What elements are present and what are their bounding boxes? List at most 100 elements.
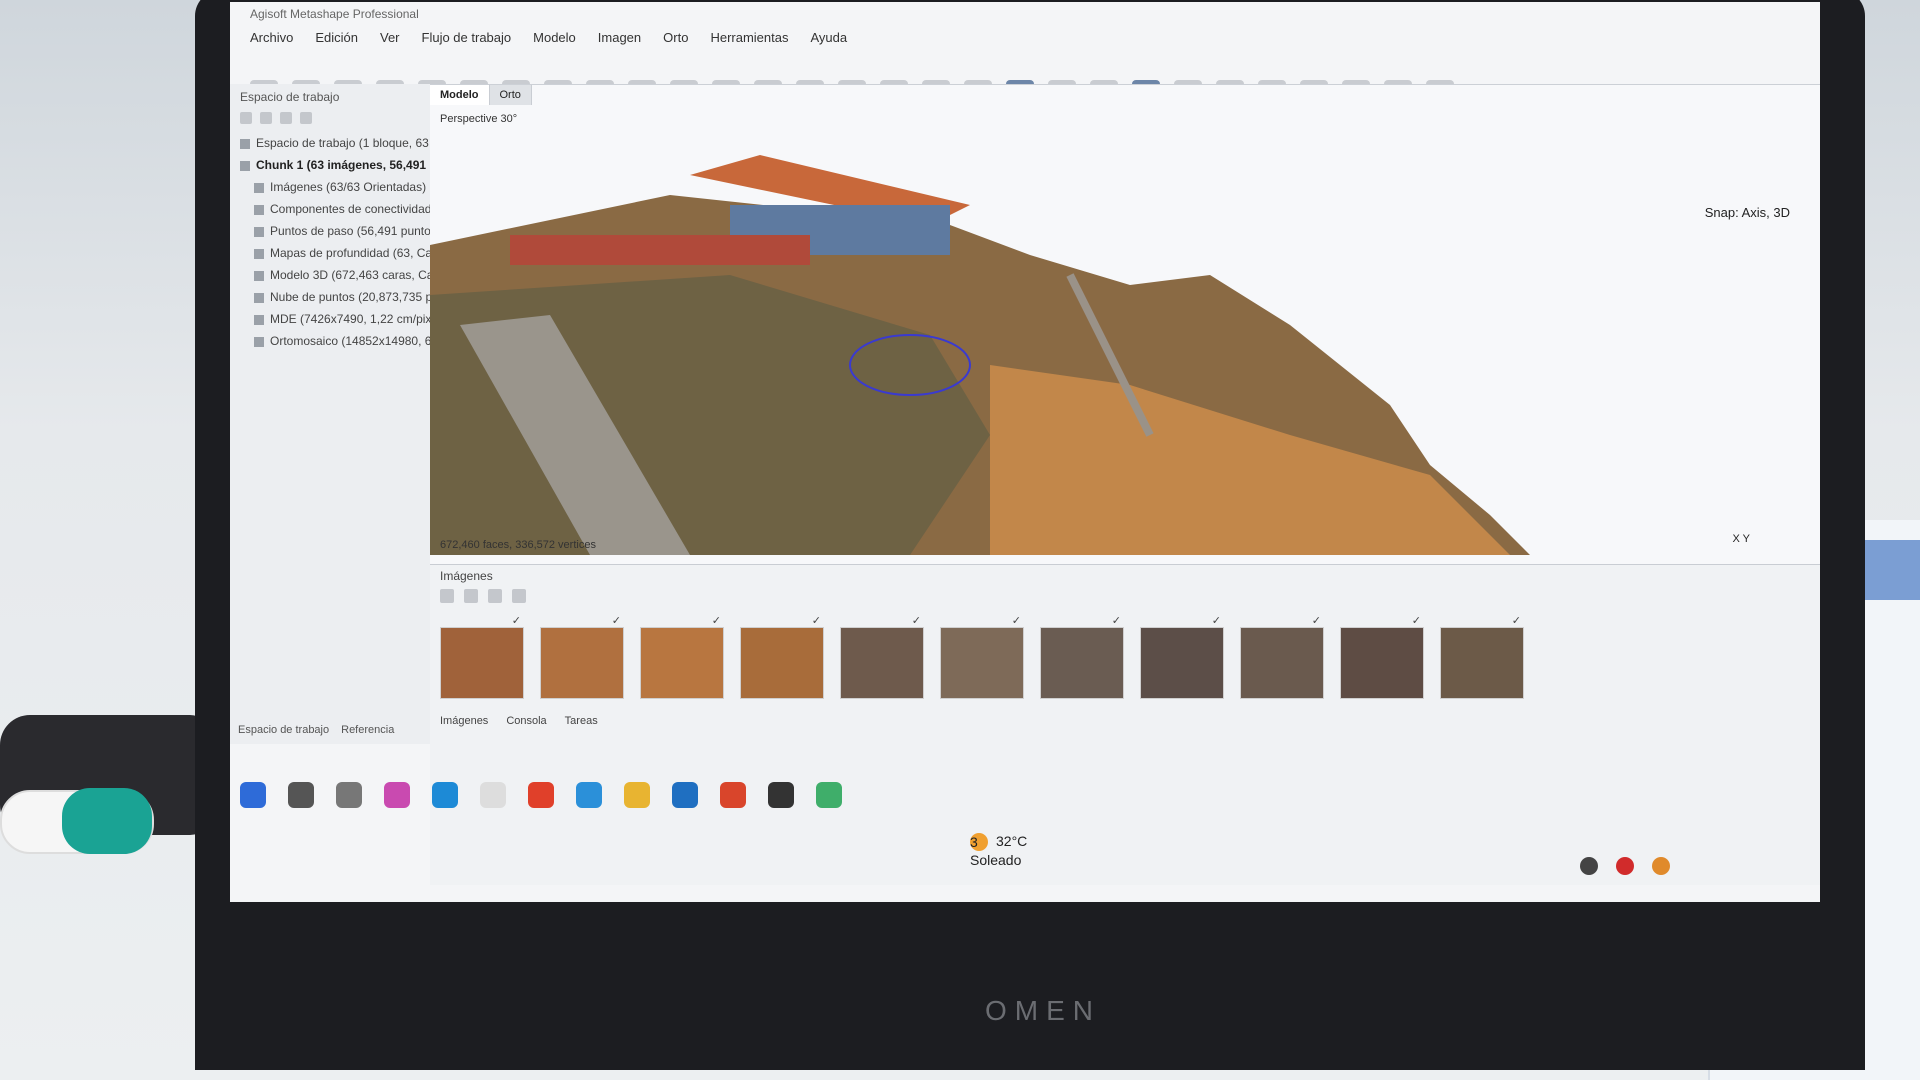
taskbar-app-icon[interactable] (384, 782, 410, 808)
tree-item-model[interactable]: Modelo 3D (672,463 caras, Calidad me (240, 264, 479, 286)
tree-item-components[interactable]: Componentes de conectividad (1) (240, 198, 449, 220)
menu-modelo[interactable]: Modelo (533, 30, 576, 45)
aligned-check-icon: ✓ (1111, 615, 1121, 627)
tree-item-orthomosaic[interactable]: Ortomosaico (14852x14980, 6,11 mm/ (240, 330, 474, 352)
image-thumbnail[interactable]: ✓ (1140, 615, 1224, 699)
ws-folder-icon[interactable] (260, 112, 272, 124)
tray-sync-icon[interactable] (1652, 857, 1670, 875)
menu-edicion[interactable]: Edición (315, 30, 358, 45)
taskbar-app-icon[interactable] (432, 782, 458, 808)
tab-reference[interactable]: Referencia (341, 724, 394, 736)
aligned-check-icon: ✓ (1211, 615, 1221, 627)
workspace-panel: Espacio de trabajo Espacio de trabajo (1… (230, 84, 488, 744)
tab-console[interactable]: Consola (506, 715, 546, 727)
taskbar-app-icon[interactable] (672, 782, 698, 808)
tab-workspace[interactable]: Espacio de trabajo (238, 724, 329, 736)
tree-item-dem[interactable]: MDE (7426x7490, 1,22 cm/pix) (240, 308, 435, 330)
tree-item-images[interactable]: Imágenes (63/63 Orientadas) (240, 176, 430, 198)
tray-chevron-icon[interactable] (1580, 857, 1598, 875)
images-toolbar (430, 587, 1820, 605)
laptop-brand: OMEN (985, 995, 1101, 1026)
taskbar-app-icon[interactable] (624, 782, 650, 808)
menu-herramientas[interactable]: Herramientas (710, 30, 788, 45)
taskbar-app-icon[interactable] (240, 782, 266, 808)
axis-gizmo: X Y (1732, 533, 1750, 545)
model-3d-scene[interactable] (430, 135, 1820, 555)
weather-desc: Soleado (970, 852, 1022, 869)
taskbar-app-icon[interactable] (720, 782, 746, 808)
tab-model[interactable]: Modelo (430, 85, 490, 105)
menu-bar: Archivo Edición Ver Flujo de trabajo Mod… (230, 26, 1820, 49)
taskbar-app-icon[interactable] (336, 782, 362, 808)
image-thumbnail[interactable]: ✓ (1040, 615, 1124, 699)
tree-item-depth-maps[interactable]: Mapas de profundidad (63, Calidad m (240, 242, 471, 264)
weather-sun-icon: 3 (970, 833, 988, 852)
tree-item-point-cloud[interactable]: Nube de puntos (20,873,735 puntos, C (240, 286, 477, 308)
images-remove-icon[interactable] (464, 589, 478, 603)
menu-ver[interactable]: Ver (380, 30, 400, 45)
workspace-tree: Espacio de trabajo (1 bloque, 63 imágene… (230, 132, 488, 352)
taskbar-app-icon[interactable] (528, 782, 554, 808)
screen: Agisoft Metashape Professional Archivo E… (230, 2, 1820, 902)
taskbar-app-icon[interactable] (480, 782, 506, 808)
windows-taskbar: 3 32°C Soleado (230, 762, 1820, 875)
tree-root[interactable]: Espacio de trabajo (1 bloque, 63 imágene… (240, 132, 488, 154)
menu-archivo[interactable]: Archivo (250, 30, 293, 45)
image-thumbnail[interactable]: ✓ (440, 615, 524, 699)
tree-item-tie-points[interactable]: Puntos de paso (56,491 puntos) (240, 220, 441, 242)
ws-delete-icon[interactable] (300, 112, 312, 124)
model-icon (254, 270, 264, 281)
taskbar-app-icon[interactable] (576, 782, 602, 808)
tab-ortho[interactable]: Orto (489, 85, 532, 105)
image-thumbnail[interactable]: ✓ (940, 615, 1024, 699)
menu-ayuda[interactable]: Ayuda (810, 30, 847, 45)
images-view-icon[interactable] (512, 589, 526, 603)
point-cloud-icon (254, 292, 264, 303)
marker-cap (62, 788, 152, 854)
marker-pen (0, 788, 154, 854)
ws-add-icon[interactable] (240, 112, 252, 124)
weather-widget[interactable]: 3 32°C Soleado (970, 832, 1027, 869)
system-tray (1580, 857, 1670, 875)
orthomosaic-icon (254, 336, 264, 347)
workspace-tools (230, 110, 430, 126)
image-thumbnail[interactable]: ✓ (640, 615, 724, 699)
taskbar-app-icon[interactable] (816, 782, 842, 808)
images-icon (254, 182, 264, 193)
perspective-label: Perspective 30° (440, 113, 518, 125)
taskbar-app-icon[interactable] (768, 782, 794, 808)
taskbar-icons (240, 782, 842, 808)
aligned-check-icon: ✓ (711, 615, 721, 627)
menu-orto[interactable]: Orto (663, 30, 688, 45)
tab-images[interactable]: Imágenes (440, 715, 488, 727)
tray-app-icon[interactable] (1616, 857, 1634, 875)
workspace-tabs: Espacio de trabajo Referencia (230, 724, 394, 736)
image-thumbnail[interactable]: ✓ (740, 615, 824, 699)
chunk-icon (240, 160, 250, 171)
thumbnail-strip: ✓ ✓ ✓ ✓ ✓ ✓ ✓ ✓ ✓ ✓ ✓ (440, 615, 1524, 699)
tab-tasks[interactable]: Tareas (565, 715, 598, 727)
fence-row (510, 235, 810, 265)
tree-chunk[interactable]: Chunk 1 (63 imágenes, 56,491 puntos de (240, 154, 487, 176)
model-stats: 672,460 faces, 336,572 vertices (440, 539, 596, 551)
image-thumbnail[interactable]: ✓ (540, 615, 624, 699)
taskbar-app-icon[interactable] (288, 782, 314, 808)
aligned-check-icon: ✓ (1311, 615, 1321, 627)
ws-marker-icon[interactable] (280, 112, 292, 124)
images-rotate-icon[interactable] (488, 589, 502, 603)
aligned-check-icon: ✓ (611, 615, 621, 627)
image-thumbnail[interactable]: ✓ (1440, 615, 1524, 699)
model-view[interactable]: Modelo Orto Perspective 30° Snap: Axis, … (430, 84, 1820, 565)
menu-flujo[interactable]: Flujo de trabajo (422, 30, 512, 45)
axis-y-label: Y (1742, 533, 1750, 545)
axis-x-label: X (1732, 533, 1740, 545)
image-thumbnail[interactable]: ✓ (840, 615, 924, 699)
aligned-check-icon: ✓ (511, 615, 521, 627)
workspace-icon (240, 138, 250, 149)
aligned-check-icon: ✓ (811, 615, 821, 627)
snap-label: Snap: Axis, 3D (1704, 205, 1790, 220)
images-add-icon[interactable] (440, 589, 454, 603)
menu-imagen[interactable]: Imagen (598, 30, 641, 45)
image-thumbnail[interactable]: ✓ (1340, 615, 1424, 699)
image-thumbnail[interactable]: ✓ (1240, 615, 1324, 699)
